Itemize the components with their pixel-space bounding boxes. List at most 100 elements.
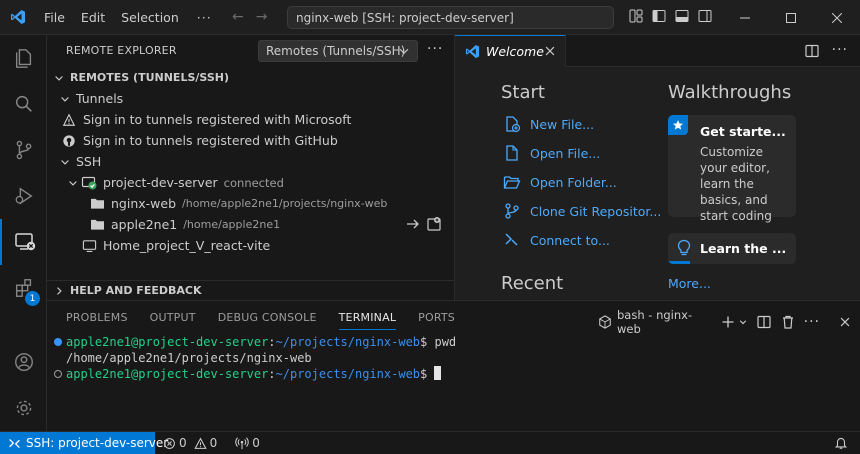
walkthrough-learn-card[interactable]: Learn the ... <box>668 233 796 264</box>
toggle-panel-icon[interactable] <box>674 8 690 24</box>
sidebar-header: REMOTE EXPLORER Remotes (Tunnels/SSH) ··… <box>47 35 455 67</box>
walkthrough-title: Get starte... <box>700 124 786 139</box>
problems-status[interactable]: 0 0 <box>163 436 217 450</box>
back-arrow-icon[interactable]: ← <box>232 9 244 25</box>
split-editor-icon[interactable] <box>804 43 820 59</box>
warning-icon <box>193 437 207 450</box>
open-in-current-window-icon[interactable] <box>405 216 421 232</box>
run-debug-icon[interactable] <box>0 173 47 219</box>
terminal-dropdown-icon[interactable] <box>738 317 748 327</box>
new-terminal-icon[interactable] <box>720 314 736 330</box>
forward-arrow-icon[interactable]: → <box>256 9 268 25</box>
remote-explorer-sidebar: REMOTE EXPLORER Remotes (Tunnels/SSH) ··… <box>47 35 455 300</box>
terminal-line: apple2ne1@project-dev-server:~/projects/… <box>54 366 456 382</box>
panel-more-actions-icon[interactable]: ··· <box>804 314 820 330</box>
sidebar-title: REMOTE EXPLORER <box>66 44 177 57</box>
tab-ports[interactable]: PORTS <box>418 311 455 331</box>
start-heading: Start <box>501 82 545 103</box>
open-folder-link[interactable]: Open Folder... <box>502 172 617 192</box>
ssh-host-project-dev-server[interactable]: project-dev-server connected <box>47 172 455 193</box>
tab-welcome[interactable]: Welcome <box>455 35 566 67</box>
maximize-icon[interactable] <box>768 0 814 35</box>
manage-gear-icon[interactable] <box>0 385 47 431</box>
broadcast-icon <box>235 436 249 450</box>
remote-explorer-icon[interactable] <box>0 219 47 265</box>
tab-output[interactable]: OUTPUT <box>150 311 196 331</box>
remote-type-select[interactable]: Remotes (Tunnels/SSH) <box>258 40 418 62</box>
close-panel-icon[interactable] <box>838 315 852 329</box>
folder-nginx-web[interactable]: nginx-web /home/apple2ne1/projects/nginx… <box>47 193 455 214</box>
menu-file[interactable]: File <box>36 0 73 35</box>
remote-connect-icon <box>502 230 522 250</box>
chevron-down-icon <box>57 154 73 170</box>
editor-more-actions-icon[interactable]: ··· <box>832 43 848 59</box>
terminal-output[interactable]: apple2ne1@project-dev-server:~/projects/… <box>54 334 456 382</box>
explorer-icon[interactable] <box>0 35 47 81</box>
remote-terminal-icon <box>598 315 612 329</box>
command-center-label: nginx-web [SSH: project-dev-server] <box>296 10 514 25</box>
command-pending-icon <box>54 370 62 378</box>
split-terminal-icon[interactable] <box>756 314 772 330</box>
open-folder-icon <box>502 172 522 192</box>
folder-apple2ne1[interactable]: apple2ne1 /home/apple2ne1 <box>47 214 455 235</box>
chevron-down-icon <box>397 44 411 58</box>
toggle-secondary-sidebar-icon[interactable] <box>697 8 713 24</box>
title-bar: File Edit Selection ··· ← → nginx-web [S… <box>0 0 860 35</box>
chevron-down-icon <box>51 70 67 86</box>
terminal-instance[interactable]: bash - nginx-web <box>598 308 712 336</box>
prompt-symbol: $ <box>420 367 435 381</box>
terminal-name: bash - nginx-web <box>617 308 693 336</box>
tunnels-group[interactable]: Tunnels <box>47 88 455 109</box>
warning-count: 0 <box>209 436 218 450</box>
minimize-icon[interactable] <box>722 0 768 35</box>
menu-edit[interactable]: Edit <box>73 0 113 35</box>
walkthrough-get-started-card[interactable]: Get starte... Customize your editor, lea… <box>668 115 796 223</box>
source-control-icon[interactable] <box>0 127 47 173</box>
close-window-icon[interactable] <box>814 0 860 35</box>
help-feedback-section-header[interactable]: HELP AND FEEDBACK <box>47 280 455 301</box>
lightbulb-icon <box>676 239 692 257</box>
bottom-panel: PROBLEMS OUTPUT DEBUG CONSOLE TERMINAL P… <box>47 300 860 431</box>
toggle-primary-sidebar-icon[interactable] <box>651 8 667 24</box>
error-count: 0 <box>179 436 187 450</box>
clone-git-repository-link[interactable]: Clone Git Repositor... <box>502 201 661 221</box>
more-menus-icon[interactable]: ··· <box>187 0 222 35</box>
tab-terminal[interactable]: TERMINAL <box>338 311 397 331</box>
terminal-actions: bash - nginx-web ··· <box>598 308 860 336</box>
ssh-group[interactable]: SSH <box>47 151 455 172</box>
folder-icon <box>89 217 105 233</box>
sidebar-more-actions-icon[interactable]: ··· <box>427 41 443 57</box>
error-icon <box>163 437 176 450</box>
extensions-icon[interactable]: 1 <box>0 265 47 311</box>
open-in-new-window-icon[interactable] <box>426 216 442 232</box>
accounts-icon[interactable] <box>0 339 47 385</box>
panel-tabs: PROBLEMS OUTPUT DEBUG CONSOLE TERMINAL P… <box>66 311 477 331</box>
customize-layout-icon[interactable] <box>628 8 644 24</box>
remotes-section-header[interactable]: REMOTES (TUNNELS/SSH) <box>47 67 455 88</box>
prompt-path: ~/projects/nginx-web <box>275 367 421 381</box>
remote-indicator[interactable]: SSH: project-dev-server <box>0 432 168 454</box>
ports-status[interactable]: 0 <box>235 436 260 450</box>
tunnels-github-signin[interactable]: Sign in to tunnels registered with GitHu… <box>47 130 455 151</box>
open-file-link[interactable]: Open File... <box>502 143 600 163</box>
tab-problems[interactable]: PROBLEMS <box>66 311 128 331</box>
star-icon <box>668 115 688 135</box>
tunnels-microsoft-label: Sign in to tunnels registered with Micro… <box>83 112 352 127</box>
new-file-link[interactable]: New File... <box>502 114 594 134</box>
close-tab-icon[interactable] <box>543 44 557 58</box>
command-center-search[interactable]: nginx-web [SSH: project-dev-server] <box>287 6 614 29</box>
help-feedback-title: HELP AND FEEDBACK <box>70 284 202 297</box>
kill-terminal-icon[interactable] <box>780 314 796 330</box>
notifications-bell-icon[interactable] <box>834 436 848 450</box>
menu-selection[interactable]: Selection <box>113 0 187 35</box>
connect-to-link[interactable]: Connect to... <box>502 230 610 250</box>
folder-path: /home/apple2ne1/projects/nginx-web <box>182 197 388 210</box>
remotes-section-title: REMOTES (TUNNELS/SSH) <box>70 71 229 84</box>
ssh-host-home-project[interactable]: Home_project_V_react-vite <box>47 235 455 256</box>
tunnels-microsoft-signin[interactable]: Sign in to tunnels registered with Micro… <box>47 109 455 130</box>
search-icon[interactable] <box>0 81 47 127</box>
remote-type-value: Remotes (Tunnels/SSH) <box>266 44 406 58</box>
tab-debug-console[interactable]: DEBUG CONSOLE <box>218 311 317 331</box>
more-walkthroughs-link[interactable]: More... <box>668 276 711 291</box>
other-host-name: Home_project_V_react-vite <box>103 238 271 253</box>
